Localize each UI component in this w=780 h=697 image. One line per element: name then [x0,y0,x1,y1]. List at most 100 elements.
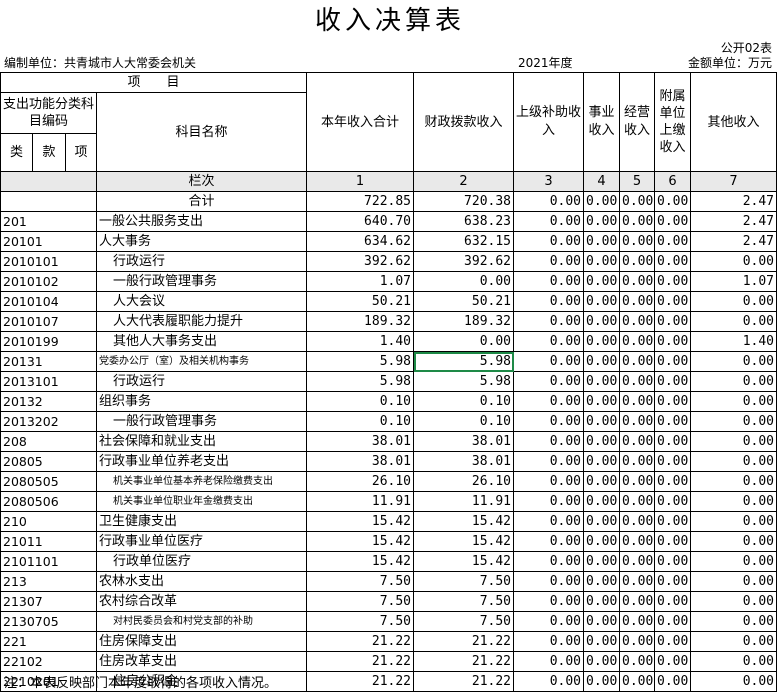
row-code[interactable]: 20131 [0,351,97,372]
row-value-2[interactable]: 15.42 [413,551,515,572]
row-subject-name[interactable]: 人大代表履职能力提升 [95,311,308,332]
row-value-5[interactable]: 0.00 [619,371,656,392]
row-value-6[interactable]: 0.00 [654,251,692,272]
row-value-2[interactable]: 638.23 [413,211,515,232]
row-value-7[interactable]: 2.47 [690,211,778,232]
row-value-1[interactable]: 7.50 [306,571,415,592]
row-value-7[interactable]: 0.00 [690,311,778,332]
total-value-7[interactable]: 2.47 [690,191,778,212]
row-value-7[interactable]: 0.00 [690,611,778,632]
row-value-5[interactable]: 0.00 [619,231,656,252]
row-code[interactable]: 2013202 [0,411,97,432]
row-subject-name[interactable]: 住房保障支出 [95,631,308,652]
row-value-7[interactable]: 2.47 [690,231,778,252]
row-value-2[interactable]: 632.15 [413,231,515,252]
row-value-2[interactable]: 7.50 [413,611,515,632]
row-value-3[interactable]: 0.00 [513,571,585,592]
row-value-3[interactable]: 0.00 [513,251,585,272]
row-subject-name[interactable]: 对村民委员会和村党支部的补助 [95,611,308,632]
row-value-5[interactable]: 0.00 [619,431,656,452]
row-value-4[interactable]: 0.00 [583,391,621,412]
row-value-5[interactable]: 0.00 [619,571,656,592]
row-value-5[interactable]: 0.00 [619,271,656,292]
row-subject-name[interactable]: 一般公共服务支出 [95,211,308,232]
total-value-6[interactable]: 0.00 [654,191,692,212]
row-code[interactable]: 2010199 [0,331,97,352]
row-value-6[interactable]: 0.00 [654,471,692,492]
row-value-2[interactable]: 26.10 [413,471,515,492]
row-value-2[interactable]: 38.01 [413,451,515,472]
row-subject-name[interactable]: 党委办公厅（室）及相关机构事务 [95,351,308,372]
row-value-7[interactable]: 0.00 [690,511,778,532]
row-value-1[interactable]: 26.10 [306,471,415,492]
row-value-6[interactable]: 0.00 [654,491,692,512]
total-value-4[interactable]: 0.00 [583,191,621,212]
row-value-5[interactable]: 0.00 [619,491,656,512]
row-subject-name[interactable]: 农村综合改革 [95,591,308,612]
row-value-5[interactable]: 0.00 [619,331,656,352]
row-value-1[interactable]: 1.07 [306,271,415,292]
row-code[interactable]: 21307 [0,591,97,612]
row-value-6[interactable]: 0.00 [654,371,692,392]
total-label[interactable]: 合计 [95,191,308,212]
row-value-4[interactable]: 0.00 [583,251,621,272]
row-value-1[interactable]: 38.01 [306,451,415,472]
row-value-6[interactable]: 0.00 [654,591,692,612]
row-value-3[interactable]: 0.00 [513,551,585,572]
row-value-3[interactable]: 0.00 [513,411,585,432]
row-value-7[interactable]: 0.00 [690,591,778,612]
row-value-6[interactable]: 0.00 [654,611,692,632]
row-value-3[interactable]: 0.00 [513,211,585,232]
row-value-3[interactable]: 0.00 [513,431,585,452]
row-value-4[interactable]: 0.00 [583,351,621,372]
row-subject-name[interactable]: 农林水支出 [95,571,308,592]
row-value-6[interactable]: 0.00 [654,511,692,532]
row-value-3[interactable]: 0.00 [513,231,585,252]
row-value-5[interactable]: 0.00 [619,251,656,272]
row-subject-name[interactable]: 机关事业单位职业年金缴费支出 [95,491,308,512]
row-value-5[interactable]: 0.00 [619,211,656,232]
row-code[interactable]: 2013101 [0,371,97,392]
row-value-4[interactable]: 0.00 [583,291,621,312]
row-value-2[interactable]: 0.10 [413,411,515,432]
row-value-2[interactable]: 189.32 [413,311,515,332]
row-code[interactable]: 2010101 [0,251,97,272]
row-value-2[interactable]: 50.21 [413,291,515,312]
row-value-4[interactable]: 0.00 [583,271,621,292]
row-value-2[interactable]: 21.22 [413,671,515,692]
row-value-7[interactable]: 0.00 [690,351,778,372]
row-code[interactable]: 20132 [0,391,97,412]
row-value-3[interactable]: 0.00 [513,451,585,472]
row-value-4[interactable]: 0.00 [583,491,621,512]
total-value-3[interactable]: 0.00 [513,191,585,212]
row-value-2[interactable]: 38.01 [413,431,515,452]
row-value-4[interactable]: 0.00 [583,371,621,392]
row-code[interactable]: 2101101 [0,551,97,572]
row-value-6[interactable]: 0.00 [654,651,692,672]
row-value-7[interactable]: 0.00 [690,551,778,572]
row-subject-name[interactable]: 机关事业单位基本养老保险缴费支出 [95,471,308,492]
row-code[interactable]: 2010104 [0,291,97,312]
row-value-4[interactable]: 0.00 [583,591,621,612]
row-value-6[interactable]: 0.00 [654,351,692,372]
row-code[interactable]: 22102 [0,651,97,672]
row-value-1[interactable]: 5.98 [306,371,415,392]
row-code[interactable]: 21011 [0,531,97,552]
row-subject-name[interactable]: 人大会议 [95,291,308,312]
row-value-7[interactable]: 0.00 [690,491,778,512]
row-value-7[interactable]: 0.00 [690,411,778,432]
row-value-1[interactable]: 634.62 [306,231,415,252]
row-value-2[interactable]: 0.10 [413,391,515,412]
row-value-6[interactable]: 0.00 [654,211,692,232]
row-code[interactable]: 2010107 [0,311,97,332]
row-value-6[interactable]: 0.00 [654,631,692,652]
row-value-3[interactable]: 0.00 [513,311,585,332]
row-value-7[interactable]: 0.00 [690,571,778,592]
row-subject-name[interactable]: 社会保障和就业支出 [95,431,308,452]
row-code[interactable]: 2130705 [0,611,97,632]
row-value-1[interactable]: 38.01 [306,431,415,452]
row-subject-name[interactable]: 行政事业单位养老支出 [95,451,308,472]
row-value-5[interactable]: 0.00 [619,591,656,612]
row-value-2[interactable]: 15.42 [413,511,515,532]
row-value-5[interactable]: 0.00 [619,471,656,492]
